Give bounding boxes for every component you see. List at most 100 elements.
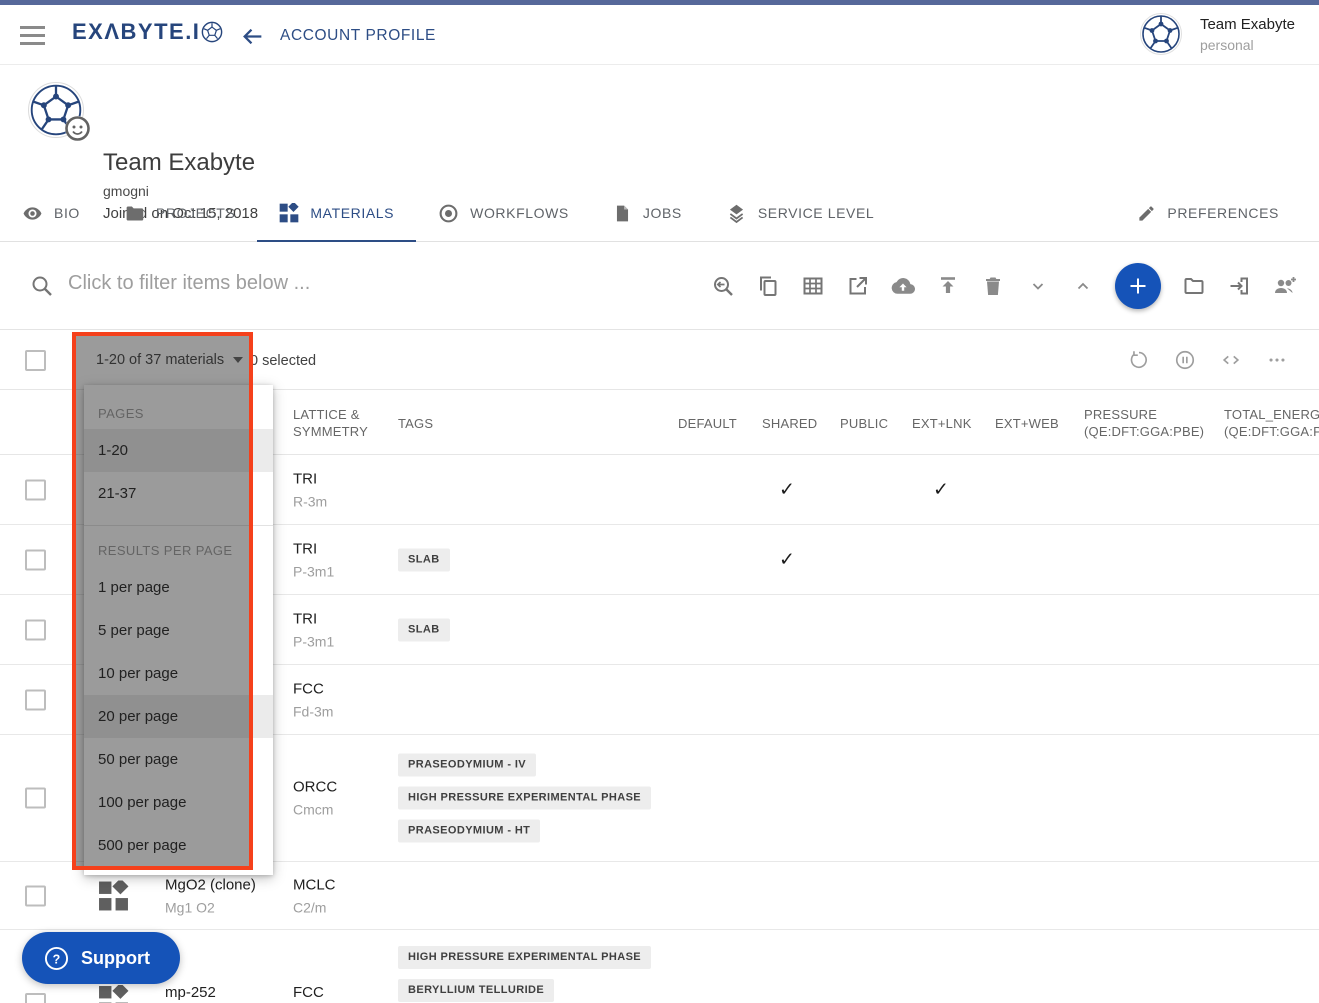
column-ext-lnk[interactable]: EXT+LNK: [912, 415, 972, 432]
menu-item-per-page[interactable]: 5 per page: [84, 609, 273, 652]
row-checkbox[interactable]: [25, 549, 46, 570]
material-icon: [98, 985, 129, 1003]
material-icon: [98, 880, 129, 911]
pagination-dropdown-trigger[interactable]: 1-20 of 37 materials: [96, 352, 243, 368]
shared-check: ✓: [759, 548, 815, 571]
column-pressure[interactable]: PRESSURE(QE:DFT:GGA:PBE): [1084, 406, 1204, 440]
more-horizontal-icon[interactable]: [1266, 349, 1288, 371]
soccer-ball-icon: [200, 21, 223, 43]
layers-icon: [726, 203, 747, 224]
menu-icon[interactable]: [20, 26, 45, 45]
delete-icon[interactable]: [981, 274, 1005, 298]
search-results-icon[interactable]: [711, 274, 735, 298]
import-icon[interactable]: [1227, 274, 1251, 298]
tab-materials[interactable]: MATERIALS: [257, 185, 416, 241]
profile-tabs: BIO PROJECTS MATERIALS WORKFLOWS JOBS: [0, 185, 1319, 242]
material-name-cell: mp-252: [165, 984, 216, 1001]
tags-cell: HIGH PRESSURE EXPERIMENTAL PHASE BERYLLI…: [398, 946, 651, 1002]
page-title: ACCOUNT PROFILE: [280, 27, 436, 45]
column-shared[interactable]: SHARED: [762, 415, 817, 432]
tab-service-level-label: SERVICE LEVEL: [758, 205, 875, 221]
tab-jobs[interactable]: JOBS: [591, 185, 704, 241]
lattice-cell: FCC: [293, 984, 324, 1001]
lattice-cell: TRI R-3m: [293, 470, 327, 509]
menu-item-per-page[interactable]: 20 per page: [84, 695, 273, 738]
menu-item-per-page[interactable]: 10 per page: [84, 652, 273, 695]
row-checkbox[interactable]: [25, 689, 46, 710]
account-type: personal: [1200, 37, 1295, 53]
filter-bar: Click to filter items below ...: [0, 242, 1319, 330]
selected-count: 0 selected: [250, 353, 316, 369]
tab-projects[interactable]: PROJECTS: [102, 185, 257, 241]
tag-chip: SLAB: [398, 618, 450, 641]
pencil-icon: [1137, 204, 1156, 223]
chevron-up-icon[interactable]: [1071, 274, 1095, 298]
pause-circle-icon[interactable]: [1174, 349, 1196, 371]
group-add-icon[interactable]: [1272, 274, 1296, 298]
tab-jobs-label: JOBS: [643, 205, 682, 221]
tab-service-level[interactable]: SERVICE LEVEL: [704, 185, 897, 241]
face-badge-icon: [64, 115, 91, 142]
column-ext-web[interactable]: EXT+WEB: [995, 415, 1059, 432]
menu-item-per-page[interactable]: 1 per page: [84, 566, 273, 609]
search-icon: [30, 274, 54, 298]
help-icon: ?: [44, 946, 69, 971]
open-in-new-icon[interactable]: [846, 274, 870, 298]
exabyte-logo[interactable]: EXΛBYTE.I: [72, 19, 223, 45]
account-menu[interactable]: Team Exabyte personal: [1140, 13, 1295, 55]
row-checkbox[interactable]: [25, 619, 46, 640]
code-icon[interactable]: [1220, 349, 1242, 371]
lattice-cell: TRI P-3m1: [293, 540, 334, 579]
caret-down-icon: [233, 357, 243, 363]
tab-workflows[interactable]: WORKFLOWS: [416, 185, 591, 241]
tags-cell: SLAB: [398, 618, 450, 641]
row-checkbox[interactable]: [25, 885, 46, 906]
support-button[interactable]: ? Support: [22, 932, 180, 984]
chevron-down-icon[interactable]: [1026, 274, 1050, 298]
table-toolbar: 1-20 of 37 materials 0 selected: [0, 330, 1319, 390]
menu-item-page[interactable]: 1-20: [84, 429, 273, 472]
table-row[interactable]: mp-252 FCC HIGH PRESSURE EXPERIMENTAL PH…: [0, 930, 1319, 1003]
svg-text:?: ?: [53, 952, 61, 966]
row-checkbox[interactable]: [25, 993, 46, 1003]
row-checkbox[interactable]: [25, 479, 46, 500]
eye-icon: [22, 203, 43, 224]
cloud-upload-icon[interactable]: [891, 274, 915, 298]
add-material-button[interactable]: [1115, 263, 1161, 309]
document-icon: [613, 204, 632, 223]
tag-chip: PRASEODYMIUM - IV: [398, 754, 536, 777]
shared-check: ✓: [759, 478, 815, 501]
menu-item-per-page[interactable]: 50 per page: [84, 738, 273, 781]
column-lattice-symmetry[interactable]: LATTICE &SYMMETRY: [293, 406, 368, 440]
menu-item-per-page[interactable]: 100 per page: [84, 781, 273, 824]
tag-chip: SLAB: [398, 548, 450, 571]
select-all-checkbox[interactable]: [25, 350, 46, 371]
profile-name: Team Exabyte: [103, 149, 255, 177]
pagination-menu: PAGES 1-20 21-37 RESULTS PER PAGE 1 per …: [84, 385, 273, 875]
tab-preferences[interactable]: PREFERENCES: [1115, 185, 1301, 241]
column-tags[interactable]: TAGS: [398, 415, 433, 432]
table-grid-icon[interactable]: [801, 274, 825, 298]
filter-input[interactable]: Click to filter items below ...: [68, 272, 628, 295]
account-avatar: [1140, 13, 1182, 55]
menu-divider: [84, 525, 273, 526]
menu-item-page[interactable]: 21-37: [84, 472, 273, 515]
tag-chip: PRASEODYMIUM - HT: [398, 820, 540, 843]
back-arrow-icon[interactable]: [240, 24, 265, 49]
copy-icon[interactable]: [756, 274, 780, 298]
tag-chip: HIGH PRESSURE EXPERIMENTAL PHASE: [398, 787, 651, 810]
column-total-energy[interactable]: TOTAL_ENERGY(QE:DFT:GGA:PBE): [1224, 406, 1319, 440]
column-default[interactable]: DEFAULT: [678, 415, 737, 432]
tab-bio-label: BIO: [54, 205, 80, 221]
lattice-cell: TRI P-3m1: [293, 610, 334, 649]
pagination-label: 1-20 of 37 materials: [96, 352, 224, 368]
profile-header: Team Exabyte gmogni Joined on Oct 15, 20…: [0, 65, 1319, 185]
column-public[interactable]: PUBLIC: [840, 415, 888, 432]
tab-bio[interactable]: BIO: [0, 185, 102, 241]
menu-item-per-page[interactable]: 500 per page: [84, 824, 273, 867]
refresh-icon[interactable]: [1128, 349, 1150, 371]
folder-open-icon[interactable]: [1182, 274, 1206, 298]
upload-icon[interactable]: [936, 274, 960, 298]
tag-chip: HIGH PRESSURE EXPERIMENTAL PHASE: [398, 946, 651, 969]
row-checkbox[interactable]: [25, 788, 46, 809]
